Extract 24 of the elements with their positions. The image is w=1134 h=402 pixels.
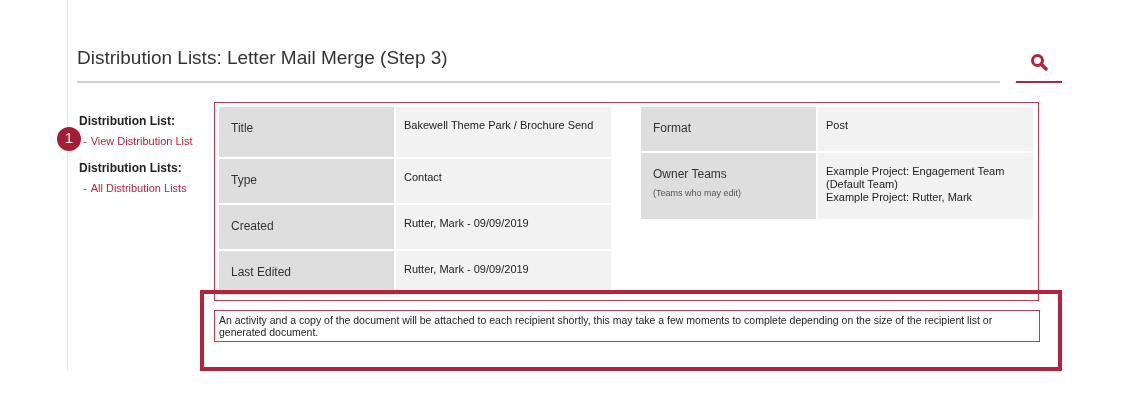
sidebar-link[interactable]: All Distribution Lists [90,180,187,197]
field-label: Title [231,119,255,137]
info-message: An activity and a copy of the document will be attached to each recipient shortly, this may take a few moments to complete depending on the size of the recipient list or generated document. [214,309,1040,342]
bullet-dash: - [83,181,87,196]
step-badge: 1 [57,126,81,151]
page-title: Distribution Lists: Letter Mail Merge (Step 3) [77,46,449,70]
field-label: Last Edited [231,263,293,281]
sidebar-heading: Distribution Lists: [79,160,183,177]
field-value: Bakewell Theme Park / Brochure Send [404,118,594,131]
field-value: Example Project: Rutter, Mark [826,190,974,204]
field-label: Format [653,119,692,137]
field-label: Owner Teams [653,165,728,183]
field-value: Example Project: Engagement Team (Default Team) [826,164,1006,191]
field-value: Contact [404,170,442,183]
sidebar-link[interactable]: View Distribution List [90,132,193,149]
bullet-dash: - [83,133,87,149]
field-value: Rutter, Mark - 09/09/2019 [404,262,529,275]
sidebar-heading: Distribution List: [79,112,176,130]
field-value: Post [826,118,848,131]
field-hint: (Teams who may edit) [653,186,743,200]
field-value: Rutter, Mark - 09/09/2019 [404,216,529,229]
field-label: Type [231,171,258,189]
search-icon[interactable] [1030,52,1048,71]
field-label: Created [231,217,275,235]
